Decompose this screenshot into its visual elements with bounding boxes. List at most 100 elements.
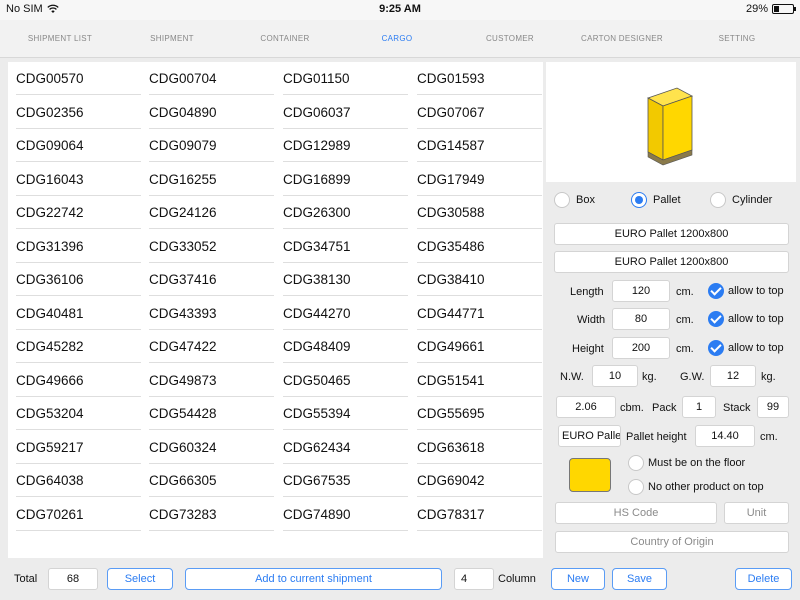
floor-option[interactable]: Must be on the floor [628,455,745,471]
cargo-item[interactable]: CDG16899 [275,163,408,196]
cargo-item[interactable]: CDG69042 [409,464,542,497]
select-button[interactable]: Select [107,568,173,590]
net-weight-field[interactable]: 10 [592,365,638,387]
cargo-item[interactable]: CDG16043 [8,163,141,196]
delete-button[interactable]: Delete [735,568,792,590]
cargo-item[interactable]: CDG24126 [141,196,274,229]
cargo-item[interactable]: CDG30588 [409,196,542,229]
add-to-shipment-button[interactable]: Add to current shipment [185,568,442,590]
cargo-item[interactable]: CDG55695 [409,397,542,430]
cargo-item[interactable]: CDG73283 [141,498,274,531]
pallet-spec-button[interactable]: EURO Pallet 1200x800 [554,251,789,273]
no-top-option[interactable]: No other product on top [628,479,764,495]
pallet-type-button[interactable]: EURO Pallet 1200x800 [554,223,789,245]
cargo-item[interactable]: CDG16255 [141,163,274,196]
check-icon[interactable] [708,340,724,356]
cargo-item[interactable]: CDG09079 [141,129,274,162]
cargo-item[interactable]: CDG51541 [409,364,542,397]
cargo-item[interactable]: CDG53204 [8,397,141,430]
cargo-item[interactable]: CDG54428 [141,397,274,430]
cargo-item[interactable]: CDG44771 [409,297,542,330]
cargo-item[interactable]: CDG36106 [8,263,141,296]
cargo-item[interactable]: CDG01593 [409,62,542,95]
stack-field[interactable]: 99 [757,396,789,418]
cargo-item[interactable]: CDG47422 [141,330,274,363]
hs-code-field[interactable]: HS Code [555,502,717,524]
cargo-item[interactable]: CDG12989 [275,129,408,162]
cargo-item[interactable]: CDG62434 [275,431,408,464]
cargo-item[interactable]: CDG49873 [141,364,274,397]
cargo-item[interactable]: CDG60324 [141,431,274,464]
cargo-item[interactable]: CDG22742 [8,196,141,229]
tab-shipment-list[interactable]: SHIPMENT LIST [28,34,92,43]
radio-dot-pallet[interactable] [631,192,647,208]
radio-dot-floor[interactable] [628,455,644,471]
width-allow-top-check[interactable]: allow to top [708,311,784,327]
pack-field[interactable]: 1 [682,396,716,418]
width-field[interactable]: 80 [612,308,670,330]
cargo-item[interactable]: CDG67535 [275,464,408,497]
tab-customer[interactable]: CUSTOMER [486,34,534,43]
cargo-item[interactable]: CDG00704 [141,62,274,95]
height-allow-top-check[interactable]: allow to top [708,340,784,356]
cargo-list[interactable]: CDG00570 CDG00704 CDG01150 CDG01593 CDG02356… [8,62,543,558]
cargo-item[interactable]: CDG17949 [409,163,542,196]
cargo-item[interactable]: CDG09064 [8,129,141,162]
cargo-item[interactable]: CDG02356 [8,96,141,129]
pallet-height-field[interactable]: 14.40 [695,425,755,447]
radio-dot-cylinder[interactable] [710,192,726,208]
cargo-item[interactable]: CDG26300 [275,196,408,229]
tab-container[interactable]: CONTAINER [260,34,309,43]
length-allow-top-check[interactable]: allow to top [708,283,784,299]
cargo-item[interactable]: CDG38410 [409,263,542,296]
shape-option-box[interactable]: Box [554,192,595,208]
shape-option-cylinder[interactable]: Cylinder [710,192,772,208]
cargo-item[interactable]: CDG00570 [8,62,141,95]
cargo-item[interactable]: CDG78317 [409,498,542,531]
cargo-item[interactable]: CDG33052 [141,230,274,263]
cargo-item[interactable]: CDG48409 [275,330,408,363]
cargo-item[interactable]: CDG44270 [275,297,408,330]
gross-weight-field[interactable]: 12 [710,365,756,387]
cargo-item[interactable]: CDG64038 [8,464,141,497]
cargo-item[interactable]: CDG49661 [409,330,542,363]
cargo-item[interactable]: CDG49666 [8,364,141,397]
radio-dot-box[interactable] [554,192,570,208]
radio-dot-no-top[interactable] [628,479,644,495]
tab-cargo[interactable]: CARGO [382,34,413,43]
length-field[interactable]: 120 [612,280,670,302]
cargo-item[interactable]: CDG31396 [8,230,141,263]
cargo-item[interactable]: CDG66305 [141,464,274,497]
save-button[interactable]: Save [612,568,667,590]
cbm-field[interactable]: 2.06 [556,396,616,418]
pallet-name-field[interactable]: EURO Pallet [558,425,621,447]
country-origin-field[interactable]: Country of Origin [555,531,789,553]
cargo-item[interactable]: CDG40481 [8,297,141,330]
height-field[interactable]: 200 [612,337,670,359]
cargo-item[interactable]: CDG34751 [275,230,408,263]
cargo-item[interactable]: CDG74890 [275,498,408,531]
cargo-color-swatch[interactable] [569,458,611,492]
cargo-item[interactable]: CDG43393 [141,297,274,330]
check-icon[interactable] [708,311,724,327]
cargo-item[interactable]: CDG06037 [275,96,408,129]
cargo-item[interactable]: CDG04890 [141,96,274,129]
cargo-item[interactable]: CDG45282 [8,330,141,363]
cargo-item[interactable]: CDG55394 [275,397,408,430]
cargo-item[interactable]: CDG37416 [141,263,274,296]
cargo-item[interactable]: CDG01150 [275,62,408,95]
tab-shipment[interactable]: SHIPMENT [150,34,194,43]
cargo-item[interactable]: CDG14587 [409,129,542,162]
column-count-field[interactable]: 4 [454,568,494,590]
cargo-item[interactable]: CDG35486 [409,230,542,263]
cargo-item[interactable]: CDG70261 [8,498,141,531]
tab-setting[interactable]: SETTING [719,34,756,43]
new-button[interactable]: New [551,568,605,590]
cargo-item[interactable]: CDG07067 [409,96,542,129]
cargo-item[interactable]: CDG63618 [409,431,542,464]
unit-field[interactable]: Unit [724,502,789,524]
cargo-item[interactable]: CDG38130 [275,263,408,296]
check-icon[interactable] [708,283,724,299]
cargo-item[interactable]: CDG59217 [8,431,141,464]
tab-carton-designer[interactable]: CARTON DESIGNER [581,34,663,43]
